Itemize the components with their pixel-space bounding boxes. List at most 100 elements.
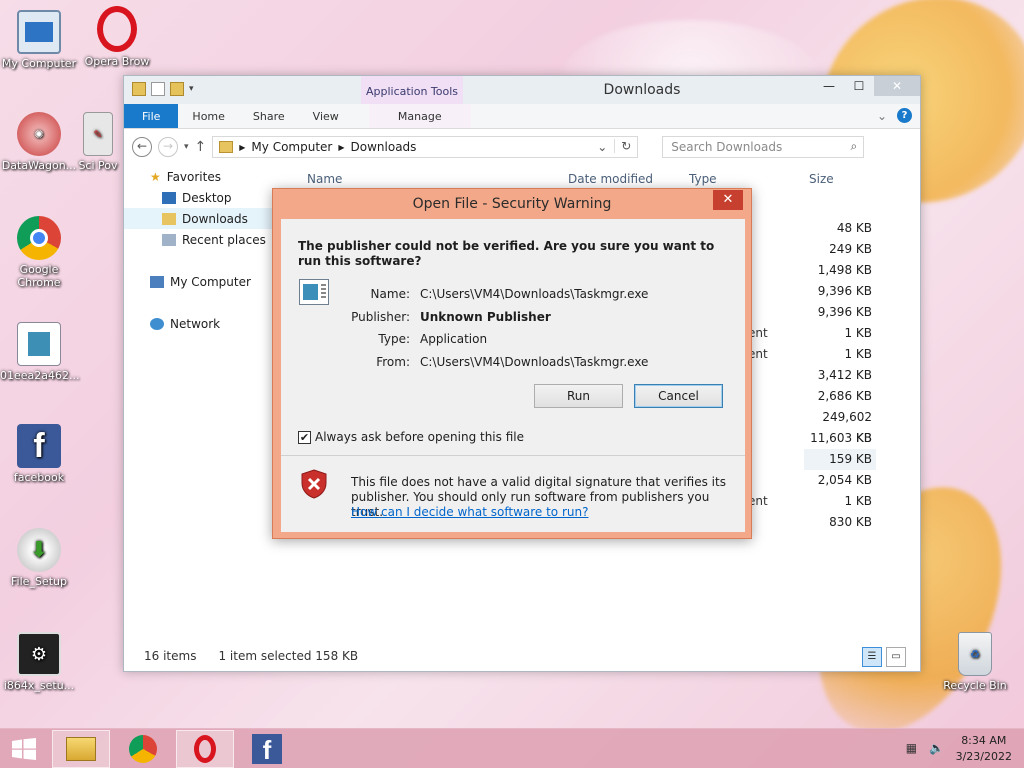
maximize-button[interactable]: ☐ [844,76,874,96]
size-column: 48 KB 249 KB 1,498 KB 9,396 KB 9,396 KB … [804,218,876,533]
desktop-icon-opera[interactable]: Opera Brow [78,6,156,68]
expand-ribbon-icon[interactable]: ⌄ [877,109,887,123]
taskbar-opera[interactable] [176,730,234,768]
nav-downloads[interactable]: Downloads [124,208,274,229]
size-cell: 48 KB [836,221,872,235]
minimize-button[interactable]: — [814,76,844,96]
address-bar[interactable]: ▶ My Computer ▶ Downloads ⌄ ↻ [212,136,639,158]
security-warning-dialog: Open File - Security Warning ✕ The publi… [272,188,752,539]
run-button[interactable]: Run [534,384,623,408]
recent-locations-icon[interactable]: ▾ [184,142,189,152]
column-size[interactable]: Size [809,172,834,186]
network-icon[interactable]: ▦ [906,741,917,755]
taskbar-file-explorer[interactable] [52,730,110,768]
search-icon: ⌕ [850,139,858,153]
navigation-pane: ★ Favorites Desktop Downloads Recent plac… [124,166,274,641]
large-icons-view-button[interactable]: ▭ [886,647,906,667]
help-link[interactable]: How can I decide what software to run? [351,505,588,519]
desktop-icon-chrome[interactable]: Google Chrome [0,216,78,289]
facebook-icon: f [17,424,61,468]
desktop-icon-my-computer[interactable]: My Computer [0,10,78,70]
type-cell: ent [748,326,768,340]
type-column-fragments: ent ent ent [748,218,788,512]
item-count: 16 items [144,649,197,663]
search-input[interactable]: Search Downloads ⌕ [662,136,865,158]
size-cell: 9,396 KB [817,284,872,298]
application-file-icon [299,279,329,305]
back-button[interactable]: ← [132,137,152,157]
network-icon [150,317,164,330]
forward-button[interactable]: → [158,137,178,157]
installer-icon: ⚙ [17,632,61,676]
window-controls: — ☐ ✕ [814,76,920,96]
nav-network[interactable]: Network [124,313,274,334]
nav-favorites[interactable]: ★ Favorites [124,166,274,187]
image-file-icon [17,322,61,366]
facebook-icon: f [252,734,282,765]
tab-file[interactable]: File [124,104,179,128]
start-button[interactable] [0,730,48,768]
opera-icon [194,735,216,763]
breadcrumb-downloads[interactable]: Downloads [351,140,417,154]
computer-icon [150,275,164,288]
column-type[interactable]: Type [689,172,717,186]
column-name[interactable]: Name [307,172,342,186]
size-cell-selected: 159 KB [804,449,876,470]
opera-icon [97,6,137,52]
dialog-question: The publisher could not be verified. Are… [298,239,715,268]
desktop-icon-file-setup[interactable]: ⬇ File_Setup [0,528,78,588]
size-cell: 2,686 KB [817,389,872,403]
breadcrumb-my-computer[interactable]: My Computer [251,140,332,154]
tab-view[interactable]: View [299,104,353,128]
nav-recent-places[interactable]: Recent places [124,229,274,250]
tab-manage[interactable]: Manage [368,104,471,128]
checkbox-checked-icon[interactable]: ✔ [298,430,311,444]
always-ask-checkbox[interactable]: ✔ Always ask before opening this file [298,430,524,444]
address-dropdown-icon[interactable]: ⌄ [597,140,607,154]
size-cell: 1 KB [844,347,872,361]
size-cell: 1 KB [844,326,872,340]
tab-share[interactable]: Share [239,104,299,128]
desktop-icon-recycle-bin[interactable]: ♻ Recycle Bin [936,632,1014,692]
file-explorer-icon [66,737,96,761]
name-value: C:\Users\VM4\Downloads\Taskmgr.exe [420,287,649,301]
windows-logo-icon [12,738,36,760]
close-button[interactable]: ✕ [874,76,920,96]
up-button[interactable]: ↑ [195,139,207,155]
nav-desktop[interactable]: Desktop [124,187,274,208]
clock[interactable]: 8:34 AM 3/23/2022 [956,733,1012,765]
system-tray: ▦ 🔈 [906,741,944,755]
details-view-button[interactable]: ☰ [862,647,882,667]
nav-my-computer[interactable]: My Computer [124,271,274,292]
taskbar-facebook[interactable]: f [238,730,296,768]
chrome-icon [17,216,61,260]
address-row: ← → ▾ ↑ ▶ My Computer ▶ Downloads ⌄ ↻ Se… [124,129,920,165]
desktop-icon-datawagon[interactable]: ✺ DataWagon... [0,112,78,172]
tab-home[interactable]: Home [178,104,238,128]
taskbar-chrome[interactable] [114,730,172,768]
desktop-icon-installer[interactable]: ⚙ i864x_setu... [0,632,78,692]
star-icon: ★ [150,169,161,184]
column-date-modified[interactable]: Date modified [568,172,653,186]
dialog-title: Open File - Security Warning [412,196,612,212]
dialog-close-button[interactable]: ✕ [713,190,743,210]
help-icon[interactable]: ? [897,108,912,123]
cancel-button[interactable]: Cancel [634,384,723,408]
size-cell: 249 KB [829,242,872,256]
computer-icon [17,10,61,54]
publisher-value: Unknown Publisher [420,310,551,324]
desktop-icon-sci-pov[interactable]: ✎ Sci Pov [68,112,128,172]
size-cell: 11,603 KB [810,431,872,445]
desktop-icon-image-file[interactable]: 01eea2a462... [0,322,80,382]
setup-icon: ⬇ [17,528,61,572]
desktop-icon-facebook[interactable]: f facebook [0,424,78,484]
chrome-icon [129,735,157,763]
volume-muted-icon[interactable]: 🔈 [929,741,944,755]
refresh-icon[interactable]: ↻ [614,139,631,153]
desktop-icon [162,191,176,204]
datawagon-icon: ✺ [17,112,61,156]
ribbon-tabs: File Home Share View Manage ⌄ ? [124,104,920,129]
breadcrumb-separator-icon: ▶ [239,142,246,152]
recent-places-icon [162,233,176,246]
checkbox-label: Always ask before opening this file [315,430,524,444]
